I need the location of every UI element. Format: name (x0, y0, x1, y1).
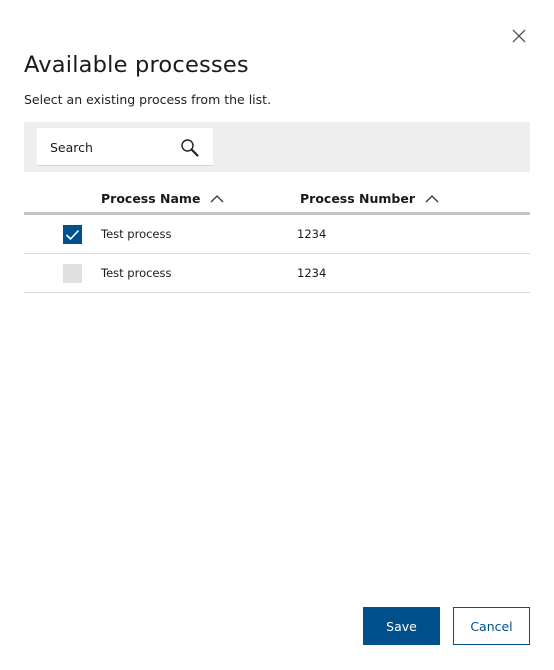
search-box (37, 128, 213, 166)
dialog-subtitle: Select an existing process from the list… (24, 92, 272, 107)
process-table: Process Name Process Number Test process… (24, 182, 530, 293)
checkmark-icon (65, 229, 80, 240)
column-header-label: Process Name (101, 190, 201, 206)
cell-process-name: Test process (101, 227, 172, 241)
close-button[interactable] (509, 26, 529, 46)
table-row[interactable]: Test process 1234 (24, 215, 530, 254)
sort-ascending-icon (210, 194, 224, 203)
cell-process-number: 1234 (297, 227, 327, 241)
column-header-process-number[interactable]: Process Number (300, 189, 439, 207)
table-row[interactable]: Test process 1234 (24, 254, 530, 293)
table-toolbar (24, 122, 530, 172)
available-processes-dialog: Available processes Select an existing p… (0, 0, 554, 670)
dialog-title: Available processes (24, 52, 249, 78)
table-header: Process Name Process Number (24, 182, 530, 215)
search-input[interactable] (37, 128, 177, 166)
cell-process-name: Test process (101, 266, 172, 280)
column-header-label: Process Number (300, 190, 416, 206)
sort-ascending-icon (425, 194, 439, 203)
chevron-up-icon (425, 194, 439, 202)
close-icon (512, 29, 526, 43)
chevron-up-icon (210, 194, 224, 202)
search-icon (181, 139, 199, 157)
row-checkbox[interactable] (63, 225, 82, 244)
column-header-process-name[interactable]: Process Name (101, 189, 224, 207)
search-button[interactable] (179, 137, 201, 159)
cell-process-number: 1234 (297, 266, 327, 280)
row-checkbox[interactable] (63, 264, 82, 283)
save-button[interactable]: Save (363, 607, 440, 645)
cancel-button[interactable]: Cancel (453, 607, 530, 645)
